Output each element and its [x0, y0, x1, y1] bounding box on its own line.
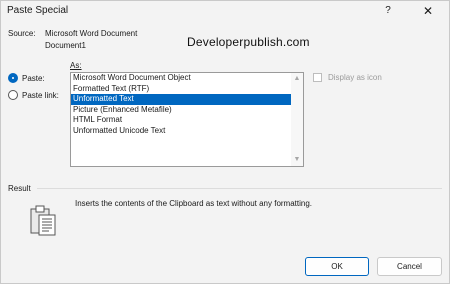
list-item-unicode-text[interactable]: Unformatted Unicode Text: [71, 126, 303, 137]
paste-link-radio-option[interactable]: Paste link:: [8, 89, 59, 101]
list-item-unformatted-text[interactable]: Unformatted Text: [71, 94, 303, 105]
source-label: Source:: [8, 29, 36, 38]
watermark-text: Developerpublish.com: [187, 35, 310, 49]
source-document-name: Document1: [45, 41, 86, 50]
result-description: Inserts the contents of the Clipboard as…: [75, 199, 313, 208]
help-button[interactable]: ?: [377, 3, 399, 19]
scroll-down-icon[interactable]: ▼: [293, 156, 301, 164]
list-item-rtf[interactable]: Formatted Text (RTF): [71, 84, 303, 95]
paste-link-radio-label: Paste link:: [22, 90, 59, 100]
display-as-icon-label: Display as icon: [328, 73, 382, 82]
listbox-scrollbar[interactable]: ▲ ▼: [291, 73, 303, 166]
dialog-title: Paste Special: [7, 5, 69, 16]
title-bar: Paste Special ? ✕: [1, 1, 449, 21]
scroll-up-icon[interactable]: ▲: [293, 75, 301, 83]
paste-radio-label: Paste:: [22, 73, 45, 83]
paste-radio-option[interactable]: Paste:: [8, 72, 45, 84]
paste-radio[interactable]: [8, 73, 18, 83]
paste-special-dialog: Paste Special ? ✕ Source: Microsoft Word…: [0, 0, 450, 284]
close-button[interactable]: ✕: [417, 3, 439, 19]
list-item-html[interactable]: HTML Format: [71, 115, 303, 126]
result-divider: [37, 188, 442, 189]
clipboard-icon: [29, 205, 59, 239]
result-label: Result: [8, 184, 31, 193]
display-as-icon-checkbox: [313, 73, 322, 82]
as-label: As:: [70, 61, 82, 70]
source-value: Microsoft Word Document: [45, 29, 138, 38]
list-item-word-object[interactable]: Microsoft Word Document Object: [71, 73, 303, 84]
paste-link-radio[interactable]: [8, 90, 18, 100]
display-as-icon-option: Display as icon: [313, 73, 382, 82]
cancel-button[interactable]: Cancel: [377, 257, 442, 276]
list-item-picture[interactable]: Picture (Enhanced Metafile): [71, 105, 303, 116]
format-listbox[interactable]: Microsoft Word Document Object Formatted…: [70, 72, 304, 167]
ok-button[interactable]: OK: [305, 257, 369, 276]
